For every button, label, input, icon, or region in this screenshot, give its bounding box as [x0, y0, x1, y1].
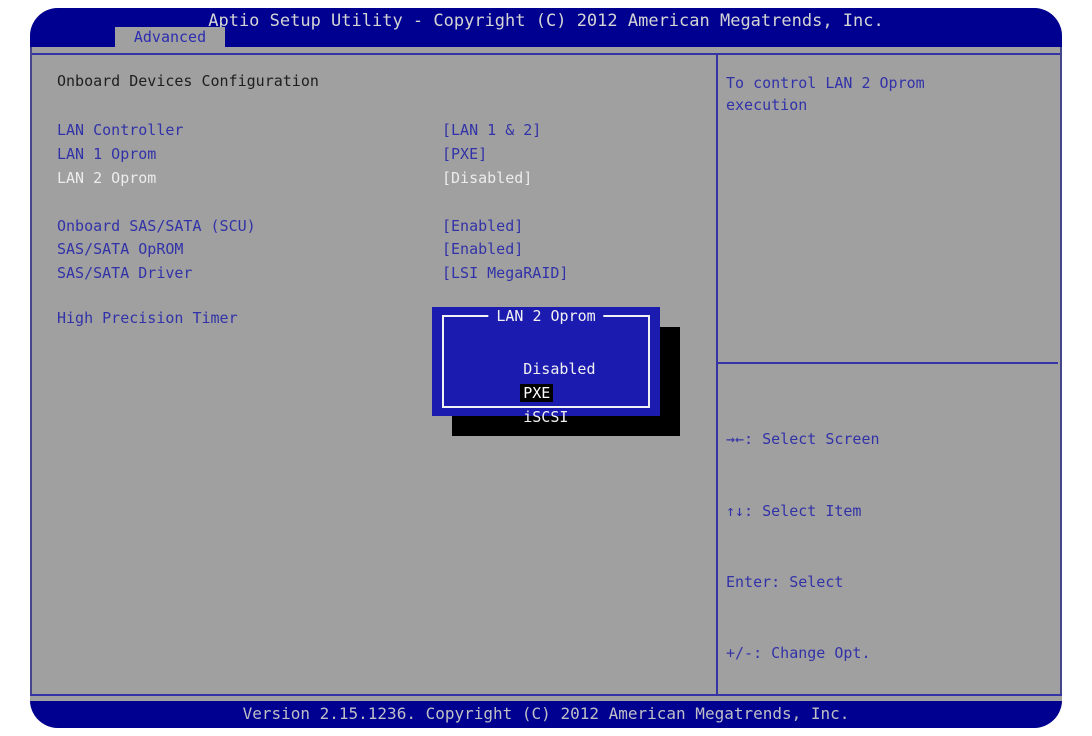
setting-label: LAN 2 Oprom: [57, 169, 157, 187]
section-title: Onboard Devices Configuration: [57, 72, 319, 90]
footer-bar: Version 2.15.1236. Copyright (C) 2012 Am…: [30, 701, 1062, 728]
setting-value: [Enabled]: [442, 240, 524, 258]
setting-label: High Precision Timer: [57, 309, 238, 327]
setting-row-sas-sata-driver[interactable]: SAS/SATA Driver [LSI MegaRAID]: [30, 265, 690, 282]
setting-row-lan-controller[interactable]: LAN Controller [LAN 1 & 2]: [30, 122, 690, 139]
popup-option-disabled[interactable]: Disabled: [451, 333, 648, 378]
hint-enter-select: Enter: Select: [726, 572, 844, 591]
popup-option-label-selected: PXE: [520, 384, 554, 402]
option-popup: LAN 2 Oprom Disabled PXE iSCSI: [432, 307, 660, 426]
popup-title: LAN 2 Oprom: [488, 308, 604, 324]
content-top-border: [30, 53, 1062, 55]
help-text-line: To control LAN 2 Oprom: [726, 74, 925, 92]
setting-value: [Enabled]: [442, 217, 524, 235]
popup-options: Disabled PXE iSCSI: [451, 333, 648, 426]
hint-change-opt: +/-: Change Opt.: [726, 643, 871, 662]
popup-option-label: Disabled: [523, 360, 596, 378]
popup-option-label: iSCSI: [523, 408, 569, 426]
tab-advanced-label: Advanced: [133, 28, 207, 46]
setting-label: LAN Controller: [57, 121, 184, 139]
key-hints: →←: Select Screen ↑↓: Select Item Enter:…: [726, 381, 1056, 728]
setting-row-lan2-oprom[interactable]: LAN 2 Oprom [Disabled]: [30, 170, 690, 187]
header-bar: Aptio Setup Utility - Copyright (C) 2012…: [30, 8, 1062, 47]
setting-value: [LSI MegaRAID]: [442, 264, 569, 282]
content-left-border: [30, 47, 32, 696]
setting-value: [Disabled]: [442, 169, 533, 187]
setting-row-sas-sata-oprom[interactable]: SAS/SATA OpROM [Enabled]: [30, 241, 690, 258]
setting-row-lan1-oprom[interactable]: LAN 1 Oprom [PXE]: [30, 146, 690, 163]
content-right-border: [1060, 47, 1062, 696]
setting-label: SAS/SATA OpROM: [57, 240, 184, 258]
panel-divider: [716, 55, 718, 694]
setting-label: Onboard SAS/SATA (SCU): [57, 217, 256, 235]
setting-value: [PXE]: [442, 145, 488, 163]
content-bottom-border: [30, 694, 1062, 696]
setting-label: LAN 1 Oprom: [57, 145, 157, 163]
setting-value: [LAN 1 & 2]: [442, 121, 542, 139]
help-text: To control LAN 2 Oprom execution: [726, 72, 1046, 116]
setting-label: SAS/SATA Driver: [57, 264, 193, 282]
help-hints-separator: [718, 362, 1058, 364]
help-text-line: execution: [726, 96, 808, 114]
tab-advanced[interactable]: Advanced: [115, 27, 225, 47]
hint-select-item: ↑↓: Select Item: [726, 501, 862, 520]
version-text: Version 2.15.1236. Copyright (C) 2012 Am…: [242, 704, 850, 723]
bios-screen: Aptio Setup Utility - Copyright (C) 2012…: [30, 8, 1062, 728]
hint-select-screen: →←: Select Screen: [726, 430, 880, 449]
setting-row-onboard-sas-sata[interactable]: Onboard SAS/SATA (SCU) [Enabled]: [30, 218, 690, 235]
